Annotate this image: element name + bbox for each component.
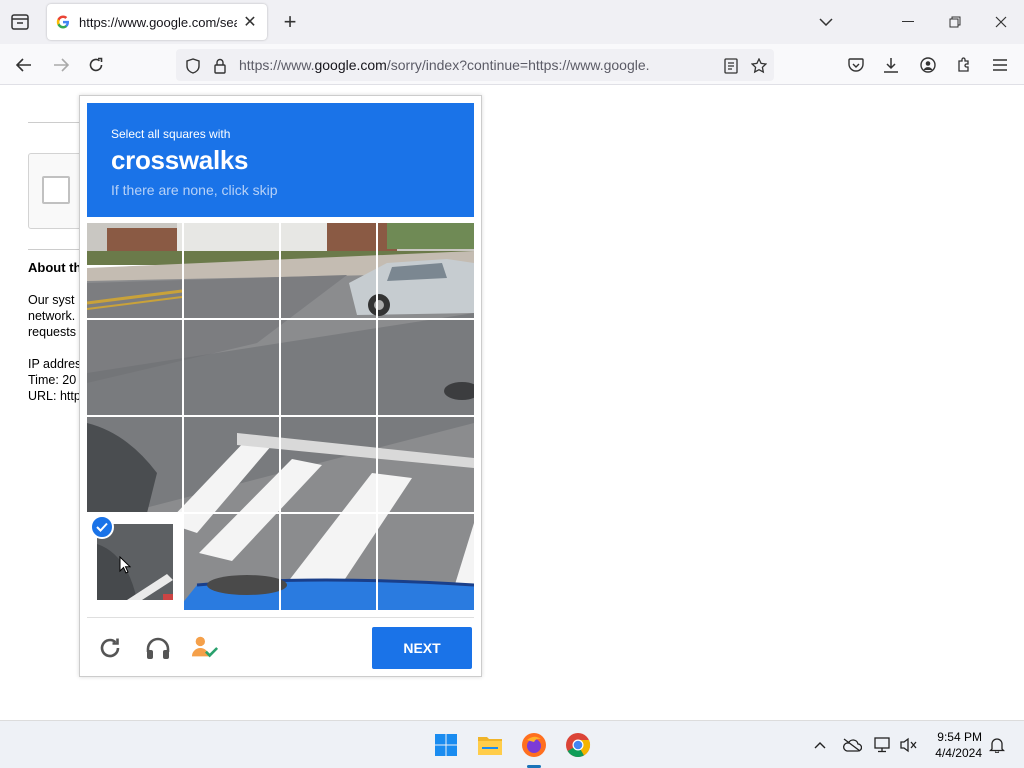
- extensions-puzzle-icon[interactable]: [951, 52, 977, 78]
- restore-icon[interactable]: [941, 8, 969, 36]
- reload-icon[interactable]: [83, 52, 109, 78]
- google-favicon-icon: [55, 14, 71, 30]
- navigation-toolbar: https://www.google.com/sorry/index?conti…: [0, 44, 1024, 85]
- show-hidden-icons-chevron-icon[interactable]: [810, 735, 830, 755]
- tracking-shield-icon[interactable]: [184, 57, 202, 75]
- browser-tab[interactable]: https://www.google.com/search ✕: [47, 4, 267, 40]
- captcha-tile[interactable]: [184, 417, 280, 513]
- onedrive-offline-icon[interactable]: [842, 735, 862, 755]
- chrome-icon[interactable]: [563, 730, 593, 760]
- close-window-icon[interactable]: [987, 8, 1015, 36]
- verify-person-icon[interactable]: [191, 634, 219, 662]
- captcha-tile[interactable]: [378, 514, 474, 610]
- not-a-robot-checkbox[interactable]: [42, 176, 70, 204]
- mouse-cursor-icon: [119, 556, 131, 574]
- back-arrow-icon[interactable]: [11, 52, 37, 78]
- captcha-target: crosswalks: [111, 145, 249, 175]
- pocket-icon[interactable]: [843, 52, 869, 78]
- address-bar[interactable]: https://www.google.com/sorry/index?conti…: [176, 49, 774, 81]
- reload-challenge-icon[interactable]: [96, 634, 124, 662]
- captcha-tile[interactable]: [281, 320, 377, 416]
- tab-close-icon[interactable]: ✕: [241, 13, 259, 31]
- captcha-challenge: Select all squares with crosswalks If th…: [79, 95, 482, 677]
- account-icon[interactable]: [915, 52, 941, 78]
- captcha-header: Select all squares with crosswalks If th…: [87, 103, 474, 217]
- next-button[interactable]: NEXT: [372, 627, 472, 669]
- captcha-tile[interactable]: [87, 417, 183, 513]
- captcha-tile[interactable]: [87, 223, 183, 319]
- url-path: /sorry/index?continue=https://www.google…: [386, 57, 649, 73]
- paragraph-line: network.: [28, 309, 76, 323]
- audio-challenge-headphones-icon[interactable]: [144, 634, 172, 662]
- captcha-instruction: Select all squares with: [111, 127, 231, 141]
- captcha-tile[interactable]: [378, 320, 474, 416]
- captcha-tile[interactable]: [87, 320, 183, 416]
- info-line-time: Time: 20: [28, 373, 77, 387]
- info-line-ip: IP addres: [28, 357, 82, 371]
- url-text[interactable]: https://www.google.com/sorry/index?conti…: [239, 57, 649, 73]
- captcha-tile[interactable]: [184, 223, 280, 319]
- list-all-tabs-chevron-icon[interactable]: [814, 10, 838, 34]
- downloads-icon[interactable]: [878, 52, 904, 78]
- tab-strip: https://www.google.com/search ✕ +: [0, 0, 1024, 44]
- captcha-tile[interactable]: [281, 417, 377, 513]
- volume-muted-icon[interactable]: [899, 735, 919, 755]
- bookmark-star-icon[interactable]: [750, 57, 768, 75]
- firefox-view-icon[interactable]: [8, 10, 32, 34]
- windows-start-icon[interactable]: [431, 730, 461, 760]
- clock-time: 9:54 PM: [937, 730, 982, 744]
- forward-arrow-icon[interactable]: [48, 52, 74, 78]
- captcha-hint: If there are none, click skip: [111, 182, 278, 198]
- lock-icon[interactable]: [211, 57, 229, 75]
- captcha-footer: NEXT: [87, 617, 474, 675]
- firefox-icon[interactable]: [519, 730, 549, 760]
- tab-title: https://www.google.com/search: [79, 14, 237, 30]
- paragraph-line: Our syst: [28, 293, 75, 307]
- reader-view-icon[interactable]: [722, 57, 740, 75]
- file-explorer-icon[interactable]: [475, 730, 505, 760]
- minimize-icon[interactable]: [894, 8, 922, 36]
- system-clock[interactable]: 9:54 PM 4/4/2024: [928, 729, 982, 761]
- captcha-tile[interactable]: [378, 417, 474, 513]
- selected-check-icon: [90, 515, 114, 539]
- clock-date: 4/4/2024: [935, 746, 982, 760]
- url-host: google.com: [314, 57, 387, 73]
- network-display-icon[interactable]: [873, 735, 893, 755]
- hamburger-menu-icon[interactable]: [987, 52, 1013, 78]
- captcha-tile[interactable]: [281, 514, 377, 610]
- paragraph-line: requests: [28, 325, 76, 339]
- captcha-tile[interactable]: [184, 320, 280, 416]
- notification-bell-icon[interactable]: [987, 735, 1007, 755]
- captcha-tile[interactable]: [378, 223, 474, 319]
- info-line-url[interactable]: URL: http: [28, 388, 81, 404]
- about-heading: About th: [28, 260, 82, 275]
- captcha-image-grid: [87, 223, 474, 610]
- new-tab-button[interactable]: +: [279, 9, 301, 34]
- captcha-tile[interactable]: [184, 514, 280, 610]
- windows-taskbar: 9:54 PM 4/4/2024: [0, 720, 1024, 768]
- captcha-tile[interactable]: [281, 223, 377, 319]
- url-scheme: https://www.: [239, 57, 315, 73]
